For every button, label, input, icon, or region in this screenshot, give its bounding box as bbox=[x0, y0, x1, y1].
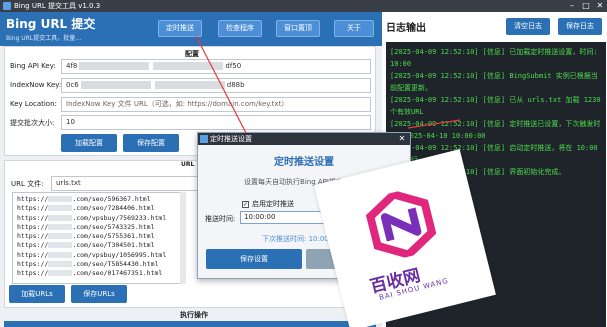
masked-domain bbox=[48, 223, 73, 230]
close-button[interactable]: ✕ bbox=[593, 0, 607, 12]
url-list-item: https:// .com/seo/017467351.html bbox=[17, 269, 181, 278]
masked-domain bbox=[48, 242, 73, 249]
url-list-item: https:// .com/seo/7284406.html bbox=[17, 204, 181, 213]
url-list-item: https:// .com/vpsbuy/7569233.html bbox=[17, 214, 181, 223]
api-key-label: Bing API Key: bbox=[10, 62, 56, 70]
url-list-item: https:// .com/seo/T5854430.html bbox=[17, 260, 181, 269]
url-suffix: .com/seo/T5854430.html bbox=[72, 260, 159, 269]
url-suffix: .com/seo/5755361.html bbox=[72, 232, 155, 241]
dialog-titlebar: 定时推送设置 ✕ bbox=[198, 133, 410, 145]
key-location-field[interactable]: IndexNow Key 文件 URL（可选，如: https://domain… bbox=[61, 97, 371, 112]
dialog-close-button[interactable]: ✕ bbox=[396, 133, 408, 145]
key-location-label: Key Location: bbox=[10, 100, 57, 108]
save-log-button[interactable]: 保存日志 bbox=[558, 18, 602, 35]
log-line: [2025-04-09 12:52:10] [信息] 已从 urls.txt 加… bbox=[390, 96, 605, 116]
log-line: [2025-04-09 12:52:10] [信息] 定时推送已设置，下次触发时… bbox=[390, 120, 601, 140]
indexnow-key-label: IndexNow Key: bbox=[10, 81, 62, 89]
url-suffix: .com/vpsbuy/1056995.html bbox=[72, 250, 167, 259]
url-prefix: https:// bbox=[17, 250, 49, 259]
masked-value bbox=[153, 62, 224, 70]
url-prefix: https:// bbox=[17, 232, 49, 241]
batch-size-field[interactable]: 10 bbox=[61, 115, 371, 130]
url-prefix: https:// bbox=[17, 195, 49, 203]
url-file-label: URL 文件: bbox=[11, 180, 44, 188]
dialog-title: 定时推送设置 bbox=[210, 135, 252, 143]
log-line: [2025-04-09 12:52:10] [信息] BingSubmit 实例… bbox=[390, 72, 598, 92]
indexnow-key-field[interactable]: 0c6 d88b bbox=[61, 78, 371, 93]
masked-value bbox=[154, 81, 225, 89]
masked-domain bbox=[48, 233, 73, 240]
load-urls-button[interactable]: 加载URLs bbox=[9, 285, 65, 303]
enable-schedule-label: 启用定时推送 bbox=[252, 200, 294, 208]
masked-value bbox=[79, 62, 150, 70]
url-suffix: .com/seo/017467351.html bbox=[72, 269, 163, 278]
config-title: 配置 bbox=[185, 50, 199, 58]
logo-n-stroke bbox=[380, 207, 422, 242]
minimize-button[interactable]: – bbox=[565, 0, 579, 12]
app-subtitle: Bing URL提交工具，批量… bbox=[6, 35, 82, 42]
url-suffix: .com/seo/7284406.html bbox=[72, 204, 155, 213]
url-panel-title: URL bbox=[181, 161, 195, 168]
enable-schedule-checkbox[interactable]: ✓ 启用定时推送 bbox=[242, 199, 294, 209]
url-suffix: .com/seo/596367.html bbox=[72, 195, 151, 203]
indexnow-prefix: 0c6 bbox=[66, 81, 79, 89]
save-settings-button[interactable]: 保存设置 bbox=[206, 249, 302, 269]
app-header: Bing URL 提交 Bing URL提交工具，批量… 定时推送 检查程序 窗… bbox=[0, 12, 382, 46]
maximize-button[interactable]: □ bbox=[579, 0, 593, 12]
indexnow-suffix: d88b bbox=[226, 81, 245, 89]
app-title: Bing URL 提交 bbox=[6, 17, 96, 31]
url-prefix: https:// bbox=[17, 204, 49, 213]
window-title: Bing URL 提交工具 v1.0.3 bbox=[14, 2, 101, 10]
log-line: [2025-04-09 12:52:10] [信息] 已加载定时推送设置，时间:… bbox=[390, 48, 602, 68]
save-config-button[interactable]: 保存配置 bbox=[123, 134, 179, 152]
url-list[interactable]: https:// .com/seo/596367.html https:// .com… bbox=[12, 192, 186, 284]
about-button[interactable]: 关于 bbox=[334, 20, 374, 37]
url-list-item: https:// .com/seo/596367.html bbox=[17, 195, 181, 204]
url-list-item: https:// .com/seo/5755361.html bbox=[17, 232, 181, 241]
url-prefix: https:// bbox=[17, 241, 49, 250]
url-suffix: .com/vpsbuy/7569233.html bbox=[72, 213, 167, 222]
url-prefix: https:// bbox=[17, 260, 49, 269]
masked-domain bbox=[48, 214, 73, 221]
api-key-suffix: df50 bbox=[225, 62, 242, 70]
api-key-prefix: 4f8 bbox=[66, 62, 78, 70]
app-icon bbox=[3, 2, 11, 10]
window-titlebar: Bing URL 提交工具 v1.0.3 – □ ✕ bbox=[0, 0, 607, 12]
url-list-item: https:// .com/seo/T304501.html bbox=[17, 241, 181, 250]
masked-domain bbox=[48, 205, 73, 212]
checkbox-mark: ✓ bbox=[242, 200, 249, 208]
exec-section-title: 执行操作 bbox=[180, 311, 208, 319]
clear-log-button[interactable]: 清空日志 bbox=[506, 18, 550, 35]
masked-domain bbox=[48, 270, 73, 277]
logo-mark-icon bbox=[365, 189, 437, 260]
masked-domain bbox=[48, 196, 73, 202]
dialog-heading: 定时推送设置 bbox=[274, 157, 334, 168]
save-urls-button[interactable]: 保存URLs bbox=[71, 285, 127, 303]
url-prefix: https:// bbox=[17, 213, 49, 222]
pin-window-button[interactable]: 窗口置顶 bbox=[276, 20, 320, 37]
masked-domain bbox=[48, 261, 73, 268]
url-suffix: .com/seo/T304501.html bbox=[72, 241, 155, 250]
url-suffix: .com/seo/5743325.html bbox=[72, 222, 155, 231]
url-list-item: https:// .com/vpsbuy/1056995.html bbox=[17, 251, 181, 260]
batch-size-label: 提交批次大小: bbox=[10, 119, 55, 127]
scheduled-push-button[interactable]: 定时推送 bbox=[158, 20, 202, 37]
url-prefix: https:// bbox=[17, 269, 49, 278]
url-list-item: https:// .com/seo/5743325.html bbox=[17, 223, 181, 232]
push-time-label: 推送时间: bbox=[205, 215, 236, 223]
url-file-field[interactable]: urls.txt bbox=[51, 176, 201, 191]
url-list-scrollbar[interactable] bbox=[180, 192, 186, 284]
url-prefix: https:// bbox=[17, 222, 49, 231]
load-config-button[interactable]: 加载配置 bbox=[61, 134, 117, 152]
api-key-field[interactable]: 4f8 df50 bbox=[61, 59, 371, 74]
masked-domain bbox=[48, 251, 73, 258]
dialog-app-icon bbox=[200, 135, 208, 143]
masked-value bbox=[80, 81, 151, 89]
check-program-button[interactable]: 检查程序 bbox=[218, 20, 262, 37]
exec-section-bar bbox=[4, 321, 376, 327]
log-title: 日志输出 bbox=[386, 23, 426, 34]
